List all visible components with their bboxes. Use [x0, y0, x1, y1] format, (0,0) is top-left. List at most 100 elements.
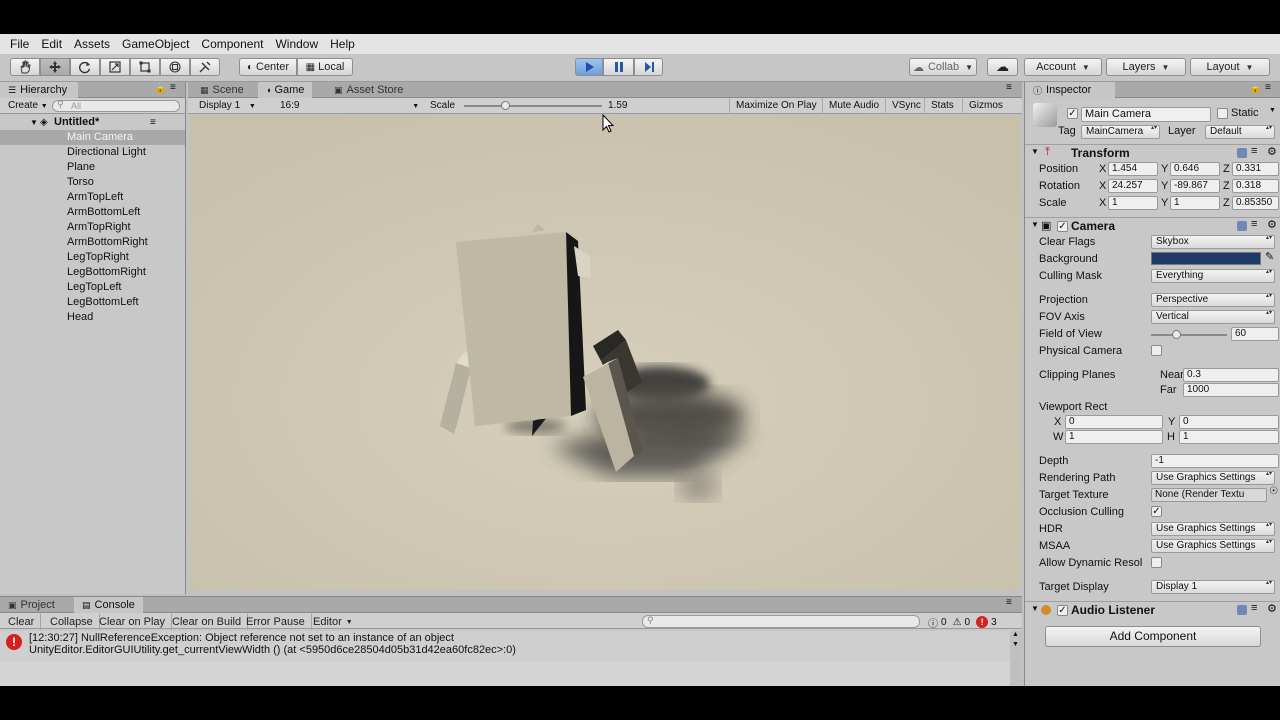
msaa-dropdown[interactable]: Use Graphics Settings	[1151, 539, 1275, 553]
mute-audio-toggle[interactable]: Mute Audio	[822, 98, 885, 114]
tab-scene[interactable]: ▦ Scene	[192, 82, 252, 98]
scroll-down-icon[interactable]: ▼	[1012, 641, 1019, 648]
scale-slider-thumb[interactable]	[501, 101, 511, 110]
object-active-checkbox[interactable]: ✓	[1067, 108, 1078, 119]
gear-icon[interactable]: ⚙	[1267, 218, 1277, 231]
stats-toggle[interactable]: Stats	[924, 98, 960, 114]
vsync-toggle[interactable]: VSync	[885, 98, 927, 114]
play-button[interactable]	[575, 58, 603, 76]
position-y-field[interactable]: 0.646	[1170, 162, 1220, 176]
rotation-z-field[interactable]: 0.318	[1232, 179, 1279, 193]
scale-x-field[interactable]: 1	[1108, 196, 1158, 210]
layer-dropdown[interactable]: Default	[1205, 125, 1275, 139]
hierarchy-item[interactable]: LegBottomRight	[0, 265, 185, 280]
expand-arrow-icon[interactable]: ▼	[1031, 220, 1039, 229]
scene-row[interactable]: ▼ ◈ Untitled* ≡	[0, 115, 185, 130]
hierarchy-item[interactable]: Plane	[0, 160, 185, 175]
panel-menu-icon[interactable]: ≡	[1265, 82, 1271, 93]
depth-field[interactable]: -1	[1151, 454, 1279, 468]
menu-gameobject[interactable]: GameObject	[116, 37, 195, 51]
expand-arrow-icon[interactable]: ▼	[1031, 604, 1039, 613]
scroll-up-icon[interactable]: ▲	[1012, 631, 1019, 638]
hierarchy-item[interactable]: LegTopLeft	[0, 280, 185, 295]
tab-console[interactable]: ▤ Console	[74, 597, 143, 613]
target-texture-field[interactable]: None (Render Textu	[1151, 488, 1267, 502]
clear-button[interactable]: Clear	[2, 614, 42, 630]
hierarchy-item[interactable]: Torso	[0, 175, 185, 190]
transform-tool-button[interactable]	[160, 58, 190, 76]
viewport-x-field[interactable]: 0	[1065, 415, 1163, 429]
menu-edit[interactable]: Edit	[35, 37, 68, 51]
camera-header[interactable]: ▼ ▣ ✓ Camera ≡ ⚙	[1025, 217, 1280, 234]
account-dropdown[interactable]: Account ▼	[1024, 58, 1102, 76]
add-component-button[interactable]: Add Component	[1045, 626, 1261, 647]
preset-icon[interactable]: ≡	[1251, 602, 1257, 614]
menu-assets[interactable]: Assets	[68, 37, 116, 51]
hierarchy-item[interactable]: Head	[0, 310, 185, 325]
panel-menu-icon[interactable]: ≡	[1006, 82, 1012, 93]
fov-slider-track[interactable]	[1151, 330, 1227, 339]
collab-dropdown[interactable]: ☁ Collab ▼	[909, 58, 977, 76]
viewport-w-field[interactable]: 1	[1065, 430, 1163, 444]
hdr-dropdown[interactable]: Use Graphics Settings	[1151, 522, 1275, 536]
display-dropdown[interactable]: Display 1 ▼	[199, 100, 256, 111]
create-dropdown[interactable]: Create ▼	[8, 100, 48, 111]
game-viewport[interactable]	[190, 116, 1020, 590]
pause-button[interactable]	[603, 58, 634, 76]
tab-hierarchy[interactable]: ☰ Hierarchy	[0, 82, 78, 98]
move-tool-button[interactable]	[40, 58, 70, 76]
caret-down-icon[interactable]: ▼	[1269, 107, 1276, 114]
hierarchy-item[interactable]: LegTopRight	[0, 250, 185, 265]
menu-help[interactable]: Help	[324, 37, 361, 51]
hierarchy-search-input[interactable]: ⚲ All	[52, 99, 180, 112]
hierarchy-item[interactable]: ArmTopLeft	[0, 190, 185, 205]
help-book-icon[interactable]	[1237, 221, 1247, 231]
rotation-x-field[interactable]: 24.257	[1108, 179, 1158, 193]
collapse-toggle[interactable]: Collapse	[44, 614, 100, 630]
preset-icon[interactable]: ≡	[1251, 145, 1257, 157]
custom-tool-button[interactable]	[190, 58, 220, 76]
viewport-h-field[interactable]: 1	[1179, 430, 1279, 444]
culling-mask-dropdown[interactable]: Everything	[1151, 269, 1275, 283]
camera-enabled-checkbox[interactable]: ✓	[1057, 221, 1068, 232]
position-z-field[interactable]: 0.331	[1232, 162, 1279, 176]
hierarchy-item[interactable]: ArmBottomRight	[0, 235, 185, 250]
tab-asset-store[interactable]: ▣ Asset Store	[326, 82, 411, 98]
menu-window[interactable]: Window	[269, 37, 324, 51]
log-entry[interactable]: ! [12:30:27] NullReferenceException: Obj…	[0, 631, 1010, 661]
occlusion-culling-checkbox[interactable]: ✓	[1151, 506, 1162, 517]
aspect-dropdown[interactable]: 16:9 ▼	[280, 100, 419, 111]
audio-listener-enabled-checkbox[interactable]: ✓	[1057, 605, 1068, 616]
warning-count-icon[interactable]: ⚠	[953, 617, 962, 628]
target-display-dropdown[interactable]: Display 1	[1151, 580, 1275, 594]
layers-dropdown[interactable]: Layers ▼	[1106, 58, 1186, 76]
clear-on-play-toggle[interactable]: Clear on Play	[93, 614, 173, 630]
lock-icon[interactable]: 🔒	[154, 83, 166, 94]
rendering-path-dropdown[interactable]: Use Graphics Settings	[1151, 471, 1275, 485]
scale-z-field[interactable]: 0.85350	[1232, 196, 1279, 210]
object-picker-icon[interactable]: ☉	[1269, 486, 1278, 497]
layout-dropdown[interactable]: Layout ▼	[1190, 58, 1270, 76]
hand-tool-button[interactable]	[10, 58, 40, 76]
scale-y-field[interactable]: 1	[1170, 196, 1220, 210]
hierarchy-item[interactable]: ArmBottomLeft	[0, 205, 185, 220]
menu-component[interactable]: Component	[195, 37, 269, 51]
clear-flags-dropdown[interactable]: Skybox	[1151, 235, 1275, 249]
hierarchy-item[interactable]: ArmTopRight	[0, 220, 185, 235]
help-book-icon[interactable]	[1237, 605, 1247, 615]
scene-menu-icon[interactable]: ≡	[150, 115, 156, 130]
maximize-on-play-toggle[interactable]: Maximize On Play	[729, 98, 823, 114]
scale-slider-track[interactable]	[464, 101, 602, 110]
error-count-icon[interactable]: !	[976, 616, 989, 628]
transform-header[interactable]: ▼ ⤒ Transform ≡ ⚙	[1025, 144, 1280, 161]
eyedropper-icon[interactable]: ✎	[1265, 250, 1274, 263]
error-pause-toggle[interactable]: Error Pause	[240, 614, 312, 630]
scale-tool-button[interactable]	[100, 58, 130, 76]
lock-icon[interactable]: 🔒	[1249, 83, 1261, 94]
rotation-y-field[interactable]: -89.867	[1170, 179, 1220, 193]
gear-icon[interactable]: ⚙	[1267, 602, 1277, 615]
audio-listener-header[interactable]: ▼ ✓ Audio Listener ≡ ⚙	[1025, 601, 1280, 618]
pivot-local-button[interactable]: ▦ Local	[297, 58, 353, 76]
hierarchy-item[interactable]: Directional Light	[0, 145, 185, 160]
rotate-tool-button[interactable]	[70, 58, 100, 76]
